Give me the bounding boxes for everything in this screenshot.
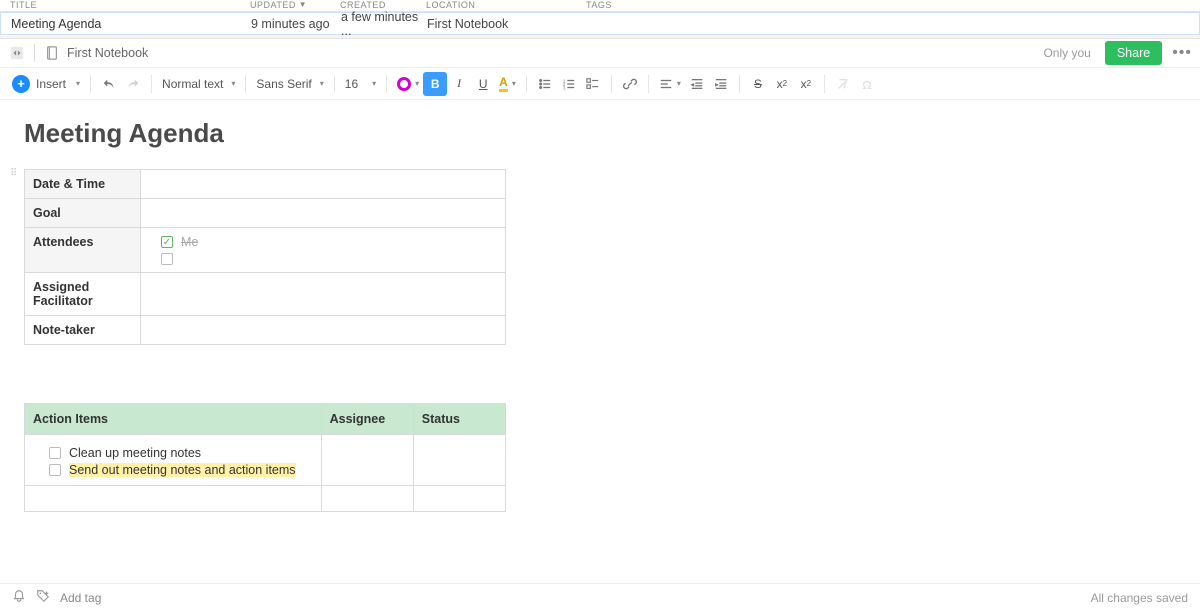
format-toolbar: + Insert ▾ Normal text▾ Sans Serif▾ 16▾ … (0, 68, 1200, 100)
row-updated: 9 minutes ago (251, 17, 341, 31)
reminder-icon[interactable] (12, 589, 26, 606)
meta-label-facilitator: Assigned Facilitator (25, 273, 141, 316)
note-header: First Notebook Only you Share ••• (0, 39, 1200, 68)
action-items-cell[interactable]: Clean up meeting notes Send out meeting … (25, 435, 322, 486)
svg-text:3: 3 (563, 85, 566, 90)
col-header-updated[interactable]: UPDATED (250, 0, 340, 10)
meta-value-goal[interactable] (141, 199, 506, 228)
meta-label-goal: Goal (25, 199, 141, 228)
drag-handle-icon[interactable]: ⠿ (10, 168, 15, 179)
insert-symbol-button[interactable] (855, 72, 879, 96)
indent-button[interactable] (709, 72, 733, 96)
redo-button[interactable] (121, 72, 145, 96)
strikethrough-button[interactable]: S (746, 72, 770, 96)
action-items-table[interactable]: Action Items Assignee Status Clean up me… (24, 403, 506, 512)
chevron-down-icon: ▾ (76, 79, 80, 88)
add-tag-label[interactable]: Add tag (60, 591, 101, 605)
font-size-select[interactable]: 16▾ (341, 77, 380, 91)
checkbox-empty-icon[interactable] (49, 464, 61, 476)
insert-button[interactable]: + Insert ▾ (8, 72, 84, 96)
notes-list-row[interactable]: Meeting Agenda 9 minutes ago a few minut… (0, 12, 1200, 35)
superscript-button[interactable]: x2 (770, 72, 794, 96)
numbered-list-button[interactable]: 123 (557, 72, 581, 96)
meta-label-datetime: Date & Time (25, 170, 141, 199)
document-body[interactable]: Meeting Agenda ⠿ Date & Time Goal Attend… (0, 100, 1200, 583)
meta-value-attendees[interactable]: ✓ Me (141, 228, 506, 273)
font-size-label: 16 (345, 77, 358, 91)
meta-value-notetaker[interactable] (141, 316, 506, 345)
action-item-2: Send out meeting notes and action items (69, 463, 296, 477)
bullet-list-button[interactable] (533, 72, 557, 96)
checkbox-empty-icon[interactable] (49, 447, 61, 459)
action-item-1: Clean up meeting notes (69, 446, 201, 460)
font-family-select[interactable]: Sans Serif▾ (252, 77, 327, 91)
row-created: a few minutes ... (341, 10, 427, 38)
expand-icon[interactable] (8, 44, 26, 62)
font-family-label: Sans Serif (256, 77, 311, 91)
align-button[interactable]: ▾ (655, 72, 685, 96)
meta-label-attendees: Attendees (25, 228, 141, 273)
meta-value-facilitator[interactable] (141, 273, 506, 316)
action-status-cell[interactable] (413, 435, 505, 486)
insert-label: Insert (36, 77, 66, 91)
row-location: First Notebook (427, 17, 587, 31)
separator (34, 44, 35, 62)
visibility-label: Only you (1043, 46, 1090, 60)
action-assignee-cell[interactable] (321, 435, 413, 486)
checklist-button[interactable] (581, 72, 605, 96)
bold-button[interactable]: B (423, 72, 447, 96)
col-header-created[interactable]: CREATED (340, 0, 426, 10)
note-footer: Add tag All changes saved (0, 583, 1200, 611)
subscript-button[interactable]: x2 (794, 72, 818, 96)
more-menu-icon[interactable]: ••• (1172, 44, 1192, 62)
save-status: All changes saved (1091, 591, 1188, 605)
checkbox-empty-icon[interactable] (161, 253, 173, 265)
undo-button[interactable] (97, 72, 121, 96)
meta-table[interactable]: Date & Time Goal Attendees ✓ Me Assigned … (24, 169, 506, 345)
plus-icon: + (12, 75, 30, 93)
action-header-items: Action Items (25, 404, 322, 435)
notes-list-header: TITLE UPDATED CREATED LOCATION TAGS (0, 0, 1200, 12)
row-title: Meeting Agenda (1, 17, 251, 31)
highlight-button[interactable]: A▾ (495, 72, 520, 96)
attendee-me: Me (181, 235, 198, 249)
outdent-button[interactable] (685, 72, 709, 96)
notebook-icon (43, 44, 61, 62)
paragraph-style-label: Normal text (162, 77, 223, 91)
note-title[interactable]: Meeting Agenda (24, 118, 1200, 149)
paragraph-style-select[interactable]: Normal text▾ (158, 77, 239, 91)
underline-button[interactable]: U (471, 72, 495, 96)
meta-label-notetaker: Note-taker (25, 316, 141, 345)
action-header-assignee: Assignee (321, 404, 413, 435)
italic-button[interactable]: I (447, 72, 471, 96)
text-color-button[interactable]: ▾ (393, 72, 423, 96)
color-swatch-icon (397, 77, 411, 91)
col-header-title[interactable]: TITLE (0, 0, 250, 10)
action-header-status: Status (413, 404, 505, 435)
checkbox-checked-icon[interactable]: ✓ (161, 236, 173, 248)
share-button[interactable]: Share (1105, 41, 1162, 65)
meta-value-datetime[interactable] (141, 170, 506, 199)
action-empty-cell[interactable] (25, 486, 322, 512)
notebook-name[interactable]: First Notebook (67, 46, 148, 60)
col-header-location[interactable]: LOCATION (426, 0, 586, 10)
col-header-tags[interactable]: TAGS (586, 0, 1200, 10)
link-button[interactable] (618, 72, 642, 96)
clear-format-button[interactable] (831, 72, 855, 96)
add-tag-icon[interactable] (36, 589, 50, 606)
